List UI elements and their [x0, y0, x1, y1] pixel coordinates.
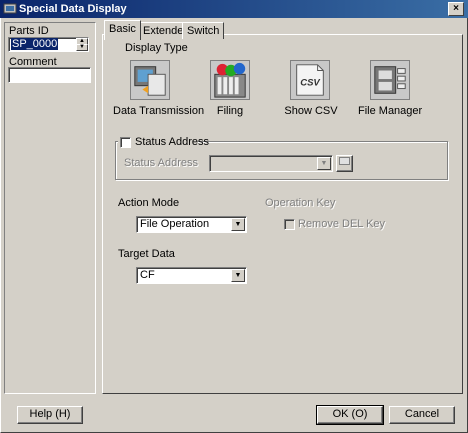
help-button[interactable]: Help (H): [17, 406, 83, 424]
close-icon: ×: [453, 3, 459, 14]
action-mode-select[interactable]: File Operation ▼: [136, 216, 247, 233]
display-type-data-transmission[interactable]: [130, 60, 170, 103]
comment-field[interactable]: [8, 67, 91, 83]
display-type-file-manager[interactable]: [370, 60, 410, 103]
parts-id-field[interactable]: SP_0000 ▲ ▼: [8, 37, 89, 52]
ok-button[interactable]: OK (O): [316, 405, 384, 425]
tab-switch[interactable]: Switch: [182, 22, 225, 39]
display-type-filing[interactable]: [210, 60, 250, 103]
svg-text:CSV: CSV: [300, 78, 320, 89]
status-address-field-label: Status Address: [124, 157, 198, 169]
window-title: Special Data Display: [19, 3, 127, 15]
close-button[interactable]: ×: [448, 2, 464, 16]
data-transmission-label: Data Transmission: [113, 105, 205, 117]
status-address-checkbox[interactable]: [120, 137, 131, 148]
keypad-icon: [339, 157, 350, 165]
display-type-heading: Display Type: [125, 42, 188, 54]
chevron-down-icon[interactable]: ▼: [231, 218, 245, 231]
status-address-input-button[interactable]: [336, 155, 353, 172]
target-data-value: CF: [140, 269, 155, 281]
show-csv-label: Show CSV: [284, 105, 338, 117]
filing-icon: [210, 60, 250, 100]
csv-icon: CSV: [290, 60, 330, 100]
action-mode-value: File Operation: [140, 218, 210, 230]
status-address-checkbox-label: Status Address: [135, 136, 209, 148]
app-icon: [3, 3, 17, 14]
tab-basic[interactable]: Basic: [104, 20, 141, 40]
cancel-button[interactable]: Cancel: [389, 406, 455, 424]
action-mode-label: Action Mode: [118, 197, 180, 209]
remove-del-key-label: Remove DEL Key: [298, 218, 386, 230]
parts-id-label: Parts ID: [9, 25, 49, 37]
file-manager-icon: [370, 60, 410, 100]
remove-del-key-checkbox[interactable]: [284, 219, 295, 230]
operation-key-label: Operation Key: [265, 197, 336, 209]
display-type-show-csv[interactable]: CSV: [290, 60, 330, 103]
status-address-combo[interactable]: ▼: [209, 155, 333, 172]
target-data-select[interactable]: CF ▼: [136, 267, 247, 284]
target-data-label: Target Data: [118, 248, 175, 260]
chevron-down-icon[interactable]: ▼: [231, 269, 245, 282]
chevron-down-icon[interactable]: ▼: [317, 157, 331, 170]
spin-down-button[interactable]: ▼: [76, 44, 88, 51]
filing-label: Filing: [216, 105, 244, 117]
data-transmission-icon: [130, 60, 170, 100]
parts-id-value: SP_0000: [11, 38, 59, 50]
file-manager-label: File Manager: [358, 105, 423, 117]
